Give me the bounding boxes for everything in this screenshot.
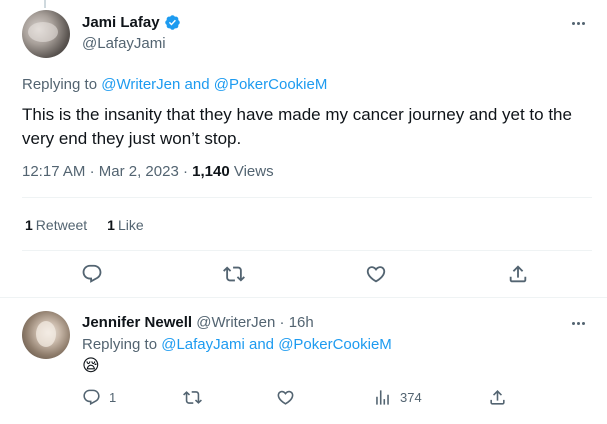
replying-and: and [248,336,275,353]
likes-count: 1 [107,217,115,233]
views-button[interactable]: 374 [373,388,422,407]
views-count: 1,140 [192,163,230,180]
retweets-stat[interactable]: 1 Retweet [25,217,87,233]
retweet-icon[interactable] [223,263,245,285]
views-label: Views [233,163,274,180]
tweet-text: This is the insanity that they have made… [22,105,572,148]
reply-count: 1 [109,390,117,405]
divider [22,197,592,198]
tweet-meta: 12:17 AM · Mar 2, 2023 · 1,140 Views [22,163,274,180]
reply-icon [83,389,100,406]
reply-header: Jennifer Newell @WriterJen · 16h [82,314,314,331]
main-tweet: Jami Lafay @LafayJami Replying to @Write… [0,0,607,297]
tweet-time[interactable]: 16h [289,314,314,331]
views-icon [376,390,389,405]
replying-to: Replying to @WriterJen and @PokerCookieM [22,76,327,93]
more-icon[interactable] [568,313,588,333]
tweet-text: 😪 [82,356,100,375]
avatar[interactable] [22,10,70,58]
like-icon[interactable] [365,263,387,285]
views-count: 374 [400,390,422,405]
tweet-date[interactable]: Mar 2, 2023 [99,163,179,180]
share-button[interactable] [488,388,507,407]
avatar[interactable] [22,311,70,359]
divider [22,250,592,251]
replying-to: Replying to @LafayJami and @PokerCookieM [82,336,392,353]
reply-icon[interactable] [81,263,103,285]
replying-user-link[interactable]: @PokerCookieM [214,76,328,93]
engagement-stats: 1 Retweet 1 Like [25,217,144,233]
like-button[interactable] [276,388,295,407]
meta-separator: · [279,314,285,331]
like-icon [277,390,294,405]
section-divider [0,297,607,298]
retweets-label: Retweet [35,217,88,233]
replying-user-link[interactable]: @PokerCookieM [278,336,392,353]
author-handle[interactable]: @LafayJami [82,35,166,52]
retweet-button[interactable] [183,388,202,407]
replying-user-link[interactable]: @LafayJami [161,336,245,353]
share-icon [490,390,505,405]
retweet-icon [183,391,202,404]
meta-separator: · [182,163,188,180]
meta-separator: · [89,163,95,180]
tweet-time[interactable]: 12:17 AM [22,163,85,180]
author-display-name[interactable]: Jennifer Newell [82,314,192,331]
author-display-name[interactable]: Jami Lafay [82,14,160,31]
more-icon[interactable] [568,13,588,33]
likes-stat[interactable]: 1 Like [107,217,143,233]
reply-button[interactable]: 1 [82,388,116,407]
replying-prefix: Replying to [22,76,98,93]
verified-badge-icon [164,15,180,30]
retweets-count: 1 [25,217,33,233]
share-icon[interactable] [507,263,529,285]
author-handle[interactable]: @WriterJen [196,314,275,331]
likes-label: Like [117,217,144,233]
replying-prefix: Replying to [82,336,158,353]
author-name-row: Jami Lafay [82,14,181,31]
replying-and: and [184,76,210,93]
replying-user-link[interactable]: @WriterJen [101,76,180,93]
